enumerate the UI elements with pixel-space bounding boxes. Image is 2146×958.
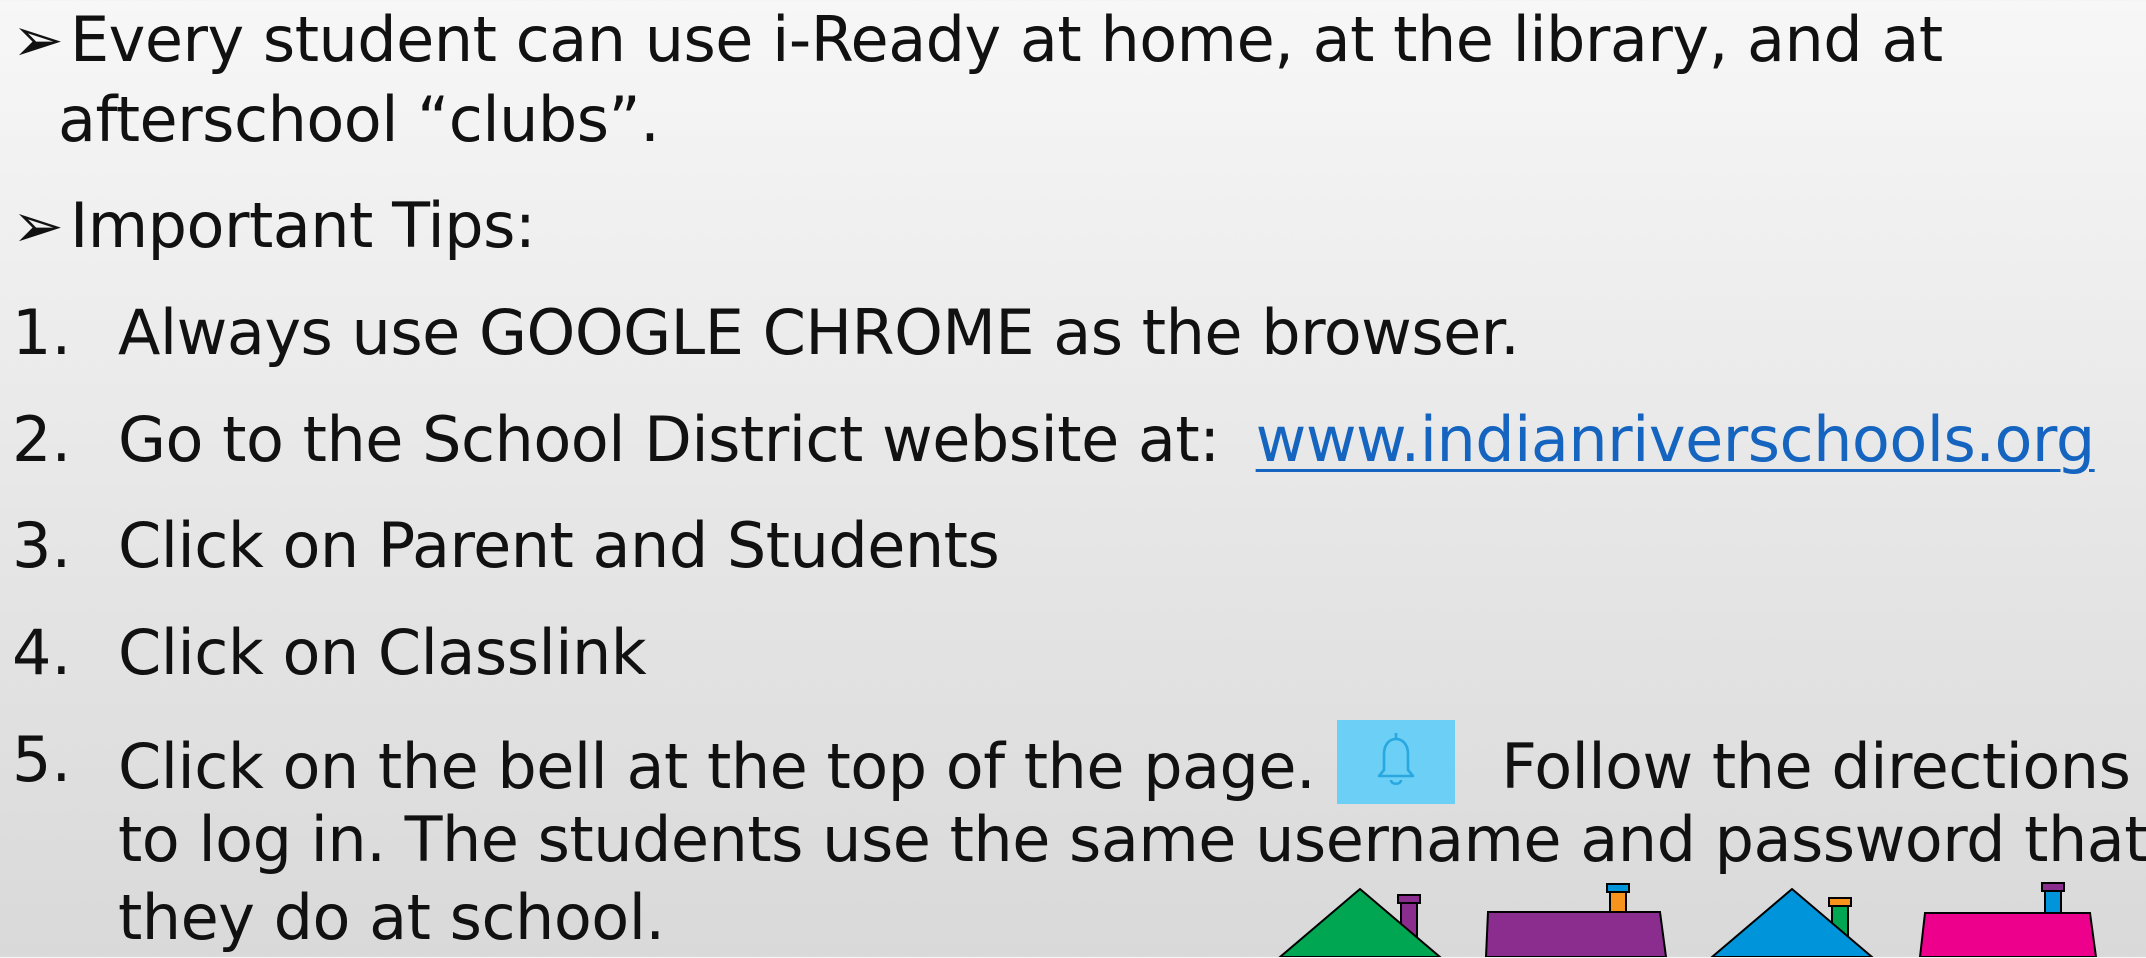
- houses-illustration: [1278, 882, 2098, 957]
- green-house-icon: [1278, 887, 1442, 957]
- blue-house-icon: [1710, 887, 1874, 957]
- bell-button[interactable]: [1337, 720, 1456, 804]
- bullet-text: Important Tips:: [70, 189, 536, 262]
- tip-text-before-bell: Click on the bell at the top of the page…: [118, 730, 1316, 803]
- tip-number: 3.: [12, 509, 72, 582]
- bell-icon: [1377, 732, 1415, 786]
- tip-text-label: Go to the School District website at:: [118, 403, 1220, 476]
- tip-text: Always use GOOGLE CHROME as the browser.: [118, 296, 1520, 369]
- purple-house-icon: [1484, 883, 1668, 957]
- district-website-link[interactable]: www.indianriverschools.org: [1256, 403, 2096, 476]
- tip-number: 2.: [12, 403, 72, 476]
- tip-text: Go to the School District website at: www…: [118, 400, 2095, 480]
- tip-number: 5.: [12, 723, 72, 796]
- arrow-bullet-icon: ➢: [12, 189, 64, 262]
- tip-text-line2: to log in. The students use the same use…: [118, 803, 2146, 876]
- tip-text: Click on Parent and Students: [118, 509, 1000, 582]
- tip-text: Click on the bell at the top of the page…: [118, 720, 2131, 807]
- bullet-text: Every student can use i-Ready at home, a…: [70, 3, 1943, 76]
- pink-house-icon: [1918, 882, 2098, 957]
- tip-text-line3: they do at school.: [118, 881, 665, 954]
- tip-number: 4.: [12, 616, 72, 689]
- tip-text: Click on Classlink: [118, 616, 647, 689]
- slide: ➢ Every student can use i-Ready at home, …: [0, 0, 2146, 957]
- tip-number: 1.: [12, 296, 72, 369]
- bullet-continuation: afterschool “clubs”.: [58, 83, 660, 156]
- bullet-every-student: ➢ Every student can use i-Ready at home, …: [12, 0, 1943, 80]
- tip-text-after-bell: Follow the directions: [1501, 730, 2131, 803]
- arrow-bullet-icon: ➢: [12, 3, 64, 76]
- bullet-important-tips: ➢ Important Tips:: [12, 186, 536, 266]
